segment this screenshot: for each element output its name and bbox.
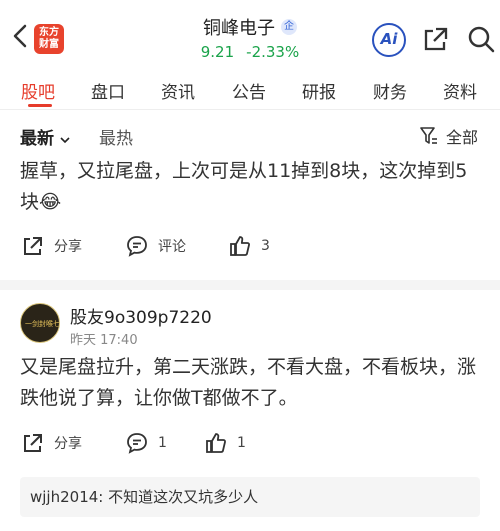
top-bar: 东方 财富 铜峰电子 企 9.21 -2.33% Ai bbox=[0, 0, 500, 68]
comment-icon bbox=[127, 433, 147, 454]
share-icon[interactable] bbox=[422, 25, 450, 53]
like-button[interactable]: 1 bbox=[205, 432, 246, 454]
share-button[interactable]: 分享 bbox=[22, 432, 82, 454]
stock-name: 铜峰电子 bbox=[203, 18, 275, 39]
reply-text: 不知道这次又坑多少人 bbox=[108, 488, 259, 506]
post-content[interactable]: 又是尾盘拉升，第二天涨跌，不看大盘，不看板块，涨跌他说了算，让你做T都做不了。 bbox=[20, 352, 482, 414]
section-tabs: 股吧 盘口 资讯 公告 研报 财务 资料 bbox=[0, 68, 500, 110]
avatar[interactable]: 一剑封喉七步断 bbox=[20, 303, 60, 343]
active-tab-indicator bbox=[28, 104, 52, 107]
sort-filter-bar: 最新 最热 全部 bbox=[0, 120, 500, 152]
enterprise-badge: 企 bbox=[281, 19, 297, 35]
sort-latest[interactable]: 最新 bbox=[20, 124, 70, 149]
share-icon bbox=[24, 237, 42, 255]
chevron-down-icon bbox=[60, 137, 70, 144]
user-name[interactable]: 股友9o309p7220 bbox=[70, 303, 212, 328]
ai-assistant-button[interactable]: Ai bbox=[372, 23, 406, 57]
sort-hot[interactable]: 最热 bbox=[99, 124, 133, 149]
filter-all[interactable]: 全部 bbox=[420, 124, 478, 148]
reply-preview[interactable]: wjjh2014: 不知道这次又坑多少人 bbox=[20, 477, 480, 517]
tab-announcements[interactable]: 公告 bbox=[232, 78, 266, 103]
comment-button[interactable]: 评论 bbox=[126, 235, 186, 257]
stock-price: 9.21 bbox=[200, 43, 235, 61]
search-icon[interactable] bbox=[466, 24, 496, 54]
share-icon bbox=[24, 434, 42, 452]
post-time: 昨天 17:40 bbox=[70, 333, 138, 348]
comment-icon bbox=[127, 236, 147, 257]
tab-guba[interactable]: 股吧 bbox=[21, 78, 55, 103]
back-icon[interactable] bbox=[8, 22, 32, 50]
section-divider bbox=[0, 280, 500, 290]
tab-pankou[interactable]: 盘口 bbox=[91, 78, 125, 103]
thumbs-up-icon bbox=[206, 433, 226, 453]
like-button[interactable]: 3 bbox=[229, 235, 270, 257]
laugh-emoji: 😂 bbox=[39, 191, 62, 213]
comment-button[interactable]: 1 bbox=[126, 432, 167, 454]
thumbs-up-icon bbox=[230, 236, 250, 256]
app-logo: 东方 财富 bbox=[34, 24, 64, 54]
tab-news[interactable]: 资讯 bbox=[161, 78, 195, 103]
share-button[interactable]: 分享 bbox=[22, 235, 82, 257]
tab-profile[interactable]: 资料 bbox=[443, 78, 477, 103]
stock-quote: 9.21 -2.33% bbox=[150, 43, 350, 61]
filter-icon bbox=[420, 127, 437, 144]
post-content[interactable]: 握草，又拉尾盘，上次可是从11掉到8块，这次掉到5块😂 bbox=[20, 156, 482, 218]
tab-research[interactable]: 研报 bbox=[302, 78, 336, 103]
stock-title[interactable]: 铜峰电子 企 9.21 -2.33% bbox=[150, 14, 350, 61]
post-actions: 分享 评论 3 bbox=[20, 235, 480, 261]
reply-user[interactable]: wjjh2014: bbox=[30, 488, 103, 506]
tab-finance[interactable]: 财务 bbox=[373, 78, 407, 103]
post-actions: 分享 1 1 bbox=[20, 432, 480, 458]
stock-change: -2.33% bbox=[246, 43, 300, 61]
